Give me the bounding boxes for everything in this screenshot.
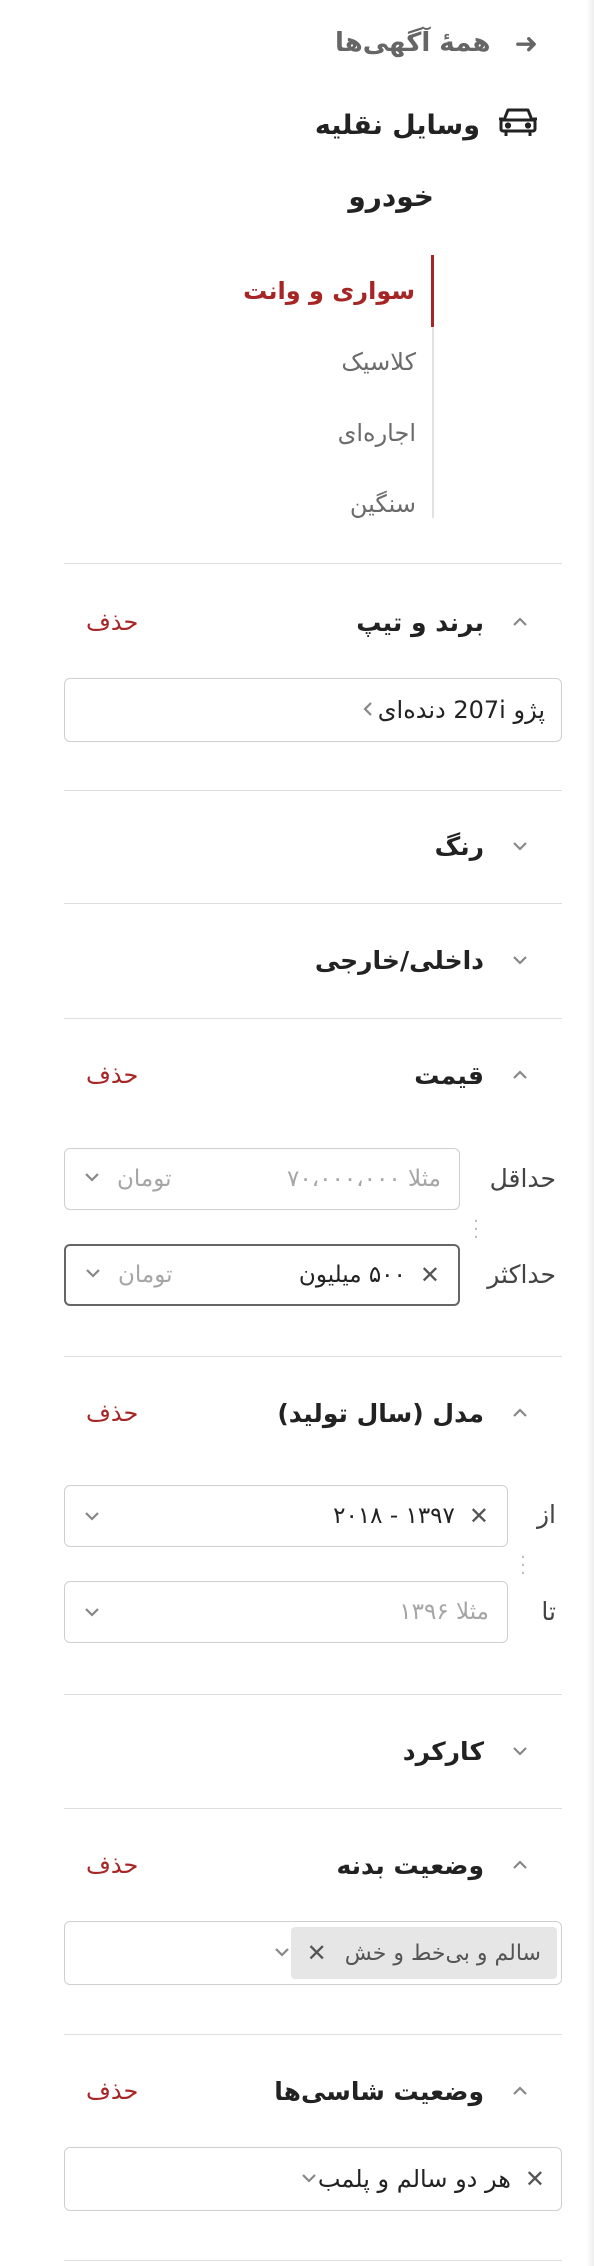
all-ads-label: همهٔ آگهی‌ها <box>334 28 491 58</box>
divider <box>64 1356 562 1357</box>
chevron-down-icon <box>84 1262 102 1288</box>
divider <box>64 2034 562 2035</box>
category-vehicles[interactable]: وسایل نقلیه <box>315 100 538 150</box>
color-section-header[interactable]: رنگ <box>30 818 538 874</box>
model-year-delete-button[interactable]: حذف <box>86 1399 138 1427</box>
subcat-item-classic[interactable]: کلاسیک <box>174 326 432 398</box>
price-min-unit-select[interactable]: تومان <box>83 1166 172 1192</box>
subcat-item-rental[interactable]: اجاره‌ای <box>174 397 432 469</box>
sidebar-edge-shadow <box>586 0 594 2266</box>
chevron-down-icon <box>83 1603 101 1621</box>
arrow-right-icon: ➜ <box>514 26 538 60</box>
mileage-section-header[interactable]: کارکرد <box>30 1723 538 1779</box>
body-status-section-header[interactable]: وضعیت بدنه حذف <box>30 1837 538 1893</box>
price-min-input[interactable]: مثلا ۷۰،۰۰۰،۰۰۰ تومان <box>64 1148 460 1210</box>
chassis-status-value: هر دو سالم و پلمب <box>317 2165 511 2193</box>
body-status-delete-button[interactable]: حذف <box>86 1851 138 1879</box>
divider <box>64 1808 562 1809</box>
chassis-status-section-header[interactable]: وضعیت شاسی‌ها حذف <box>30 2063 538 2119</box>
model-year-title: مدل (سال تولید) <box>277 1398 484 1428</box>
chevron-down-icon <box>502 837 538 855</box>
price-max-label: حداکثر <box>487 1260 556 1289</box>
clear-x-icon[interactable]: ✕ <box>469 1502 489 1530</box>
subcategory-list: سواری و وانت کلاسیک اجاره‌ای سنگین <box>174 255 434 518</box>
brand-value: پژو 207i دنده‌ای <box>377 696 545 724</box>
price-max-unit-select[interactable]: تومان <box>84 1262 173 1288</box>
year-to-placeholder: مثلا ۱۳۹۶ <box>399 1599 489 1625</box>
subcat-item-heavy[interactable]: سنگین <box>174 468 432 540</box>
divider <box>64 2260 562 2261</box>
clear-x-icon[interactable]: ✕ <box>307 1939 327 1967</box>
year-from-value: ۱۳۹۷ - ۲۰۱۸ <box>333 1503 455 1529</box>
model-year-section-header[interactable]: مدل (سال تولید) حذف <box>30 1385 538 1441</box>
chevron-down-icon <box>502 1742 538 1760</box>
chassis-status-title: وضعیت شاسی‌ها <box>274 2076 484 2106</box>
year-from-select[interactable]: ✕ ۱۳۹۷ - ۲۰۱۸ <box>64 1485 508 1547</box>
divider <box>64 1694 562 1695</box>
body-status-select[interactable]: سالم و بی‌خط و خش ✕ <box>64 1921 562 1985</box>
chevron-up-icon <box>502 613 538 631</box>
range-connector-dots: · · · <box>473 1211 479 1248</box>
price-max-unit: تومان <box>118 1262 173 1288</box>
range-connector-dots: · · · <box>520 1547 526 1584</box>
origin-title: داخلی/خارجی <box>314 945 484 975</box>
clear-x-icon[interactable]: ✕ <box>420 1261 440 1289</box>
chevron-up-icon <box>502 1856 538 1874</box>
price-title: قیمت <box>414 1060 484 1090</box>
divider <box>64 903 562 904</box>
chevron-left-icon <box>360 696 378 724</box>
chassis-status-select[interactable]: ✕ هر دو سالم و پلمب <box>64 2147 562 2211</box>
year-from-label: از <box>536 1500 556 1529</box>
mileage-title: کارکرد <box>402 1736 484 1766</box>
clear-x-icon[interactable]: ✕ <box>525 2165 545 2193</box>
price-max-input[interactable]: ✕ ۵۰۰ میلیون تومان <box>64 1244 460 1306</box>
chevron-up-icon <box>502 1066 538 1084</box>
chevron-down-icon <box>273 1939 291 1967</box>
chevron-down-icon <box>300 2165 318 2193</box>
filter-sidebar: ➜ همهٔ آگهی‌ها وسایل نقلیه خودرو سواری و… <box>0 0 594 2266</box>
price-min-placeholder: مثلا ۷۰،۰۰۰،۰۰۰ <box>287 1166 441 1192</box>
chevron-down-icon <box>83 1166 101 1192</box>
divider <box>64 790 562 791</box>
chassis-status-delete-button[interactable]: حذف <box>86 2077 138 2105</box>
category-label: وسایل نقلیه <box>314 109 480 141</box>
body-status-title: وضعیت بدنه <box>336 1850 484 1880</box>
brand-section-header[interactable]: برند و تیپ حذف <box>30 594 538 650</box>
body-status-chip-label: سالم و بی‌خط و خش <box>344 1940 541 1966</box>
divider <box>64 1018 562 1019</box>
subcat-item-sedan-van[interactable]: سواری و وانت <box>174 255 434 327</box>
divider <box>64 563 562 564</box>
origin-section-header[interactable]: داخلی/خارجی <box>30 932 538 988</box>
price-min-unit: تومان <box>117 1166 172 1192</box>
brand-select[interactable]: پژو 207i دنده‌ای <box>64 678 562 742</box>
all-ads-link[interactable]: ➜ همهٔ آگهی‌ها <box>335 20 538 66</box>
chevron-down-icon <box>83 1507 101 1525</box>
color-title: رنگ <box>434 831 484 861</box>
brand-title: برند و تیپ <box>356 607 484 637</box>
subcategory-title: خودرو <box>348 180 434 213</box>
year-to-label: تا <box>541 1597 556 1626</box>
price-max-value: ۵۰۰ میلیون <box>298 1262 406 1288</box>
year-to-select[interactable]: مثلا ۱۳۹۶ <box>64 1581 508 1643</box>
chevron-up-icon <box>502 2082 538 2100</box>
brand-delete-button[interactable]: حذف <box>86 608 138 636</box>
price-section-header[interactable]: قیمت حذف <box>30 1047 538 1103</box>
price-min-label: حداقل <box>489 1164 556 1193</box>
car-icon <box>498 105 538 146</box>
chevron-down-icon <box>502 951 538 969</box>
chevron-up-icon <box>502 1404 538 1422</box>
body-status-chip: سالم و بی‌خط و خش ✕ <box>290 1927 557 1979</box>
price-delete-button[interactable]: حذف <box>86 1061 138 1089</box>
